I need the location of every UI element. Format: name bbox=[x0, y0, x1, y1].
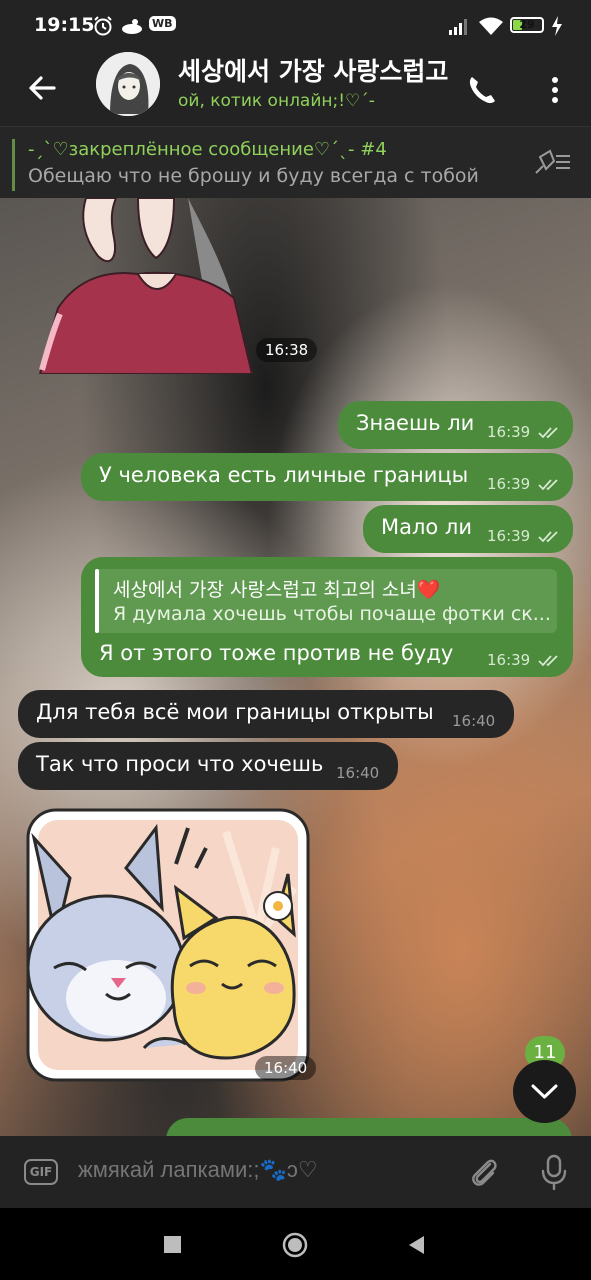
status-time: 19:15 bbox=[34, 14, 95, 36]
chat-header: 세상에서 가장 사랑스럽고 최고의 소녀 ой, котик онлайн;!♡… bbox=[0, 52, 591, 126]
message-time: 16:40 bbox=[255, 1056, 317, 1080]
cloud-icon bbox=[120, 13, 144, 39]
reply-author: 세상에서 가장 사랑스럽고 최고의 소녀❤️ bbox=[113, 579, 441, 601]
chevron-down-icon bbox=[531, 1084, 558, 1099]
charging-icon bbox=[550, 13, 564, 39]
sticker-message[interactable]: 16:38 bbox=[38, 198, 318, 375]
pinned-message-bar[interactable]: -ˏˋ♡закреплённое сообщение♡ˊˎ- #4 Обещаю… bbox=[0, 126, 591, 199]
message-time: 16:39 bbox=[487, 651, 531, 669]
gif-button[interactable]: GIF bbox=[24, 1159, 58, 1185]
scroll-down-button[interactable] bbox=[513, 1060, 576, 1123]
attach-icon[interactable] bbox=[466, 1154, 502, 1190]
double-check-icon bbox=[538, 655, 558, 667]
message-text: Для тебя всё мои границы открыты bbox=[36, 700, 434, 724]
wb-badge: WB bbox=[149, 16, 176, 31]
message-text: Знаешь ли bbox=[356, 411, 475, 435]
back-arrow-icon[interactable] bbox=[24, 68, 64, 108]
message-time: 16:39 bbox=[487, 423, 531, 441]
signal-icon bbox=[448, 13, 472, 39]
double-check-icon bbox=[538, 531, 558, 543]
home-button[interactable] bbox=[282, 1232, 308, 1258]
alarm-icon bbox=[92, 13, 114, 39]
more-vertical-icon[interactable] bbox=[540, 70, 570, 110]
back-button[interactable] bbox=[406, 1234, 426, 1256]
battery-indicator: 29 bbox=[510, 17, 544, 33]
pinned-text: Обещаю что не брошу и буду всегда с тобо… bbox=[28, 165, 479, 187]
status-bar: 19:15 WB 29 bbox=[0, 0, 591, 52]
phone-icon[interactable] bbox=[462, 70, 502, 110]
message-time: 16:39 bbox=[487, 475, 531, 493]
avatar[interactable] bbox=[96, 52, 160, 116]
chat-title[interactable]: 세상에서 가장 사랑스럽고 최고의 소녀 bbox=[178, 52, 453, 88]
pinned-indicator bbox=[12, 139, 15, 191]
message-time: 16:39 bbox=[487, 527, 531, 545]
message-text: У человека есть личные границы bbox=[99, 463, 469, 487]
recent-apps-button[interactable] bbox=[164, 1236, 181, 1253]
incoming-message[interactable]: Так что проси что хочешь 16:40 bbox=[18, 742, 398, 790]
chat-area[interactable]: 16:38 Знаешь ли 16:39 У человека есть ли… bbox=[0, 198, 591, 1136]
message-text: Мало ли bbox=[381, 515, 473, 539]
message-text: Я от этого тоже против не буду bbox=[99, 641, 454, 665]
outgoing-reply-message[interactable]: 세상에서 가장 사랑스럽고 최고의 소녀❤️ Я думала хочешь ч… bbox=[81, 557, 573, 677]
message-time: 16:38 bbox=[256, 338, 318, 362]
double-check-icon bbox=[538, 479, 558, 491]
message-text: Так что проси что хочешь bbox=[36, 752, 324, 776]
chat-subtitle: ой, котик онлайн;!♡´- bbox=[178, 91, 375, 111]
outgoing-message[interactable]: Знаешь ли 16:39 bbox=[338, 401, 573, 449]
wifi-icon bbox=[478, 13, 504, 39]
reply-quote[interactable]: 세상에서 가장 사랑스럽고 최고의 소녀❤️ Я думала хочешь ч… bbox=[95, 569, 557, 633]
sticker-message[interactable]: 16:40 bbox=[26, 808, 317, 1082]
message-input-bar: GIF bbox=[0, 1136, 591, 1208]
microphone-icon[interactable] bbox=[538, 1152, 570, 1192]
incoming-message[interactable]: Для тебя всё мои границы открыты 16:40 bbox=[18, 690, 514, 738]
system-navigation-bar bbox=[0, 1208, 591, 1280]
message-time: 16:40 bbox=[336, 764, 380, 782]
message-input[interactable] bbox=[76, 1156, 450, 1184]
double-check-icon bbox=[538, 427, 558, 439]
outgoing-message[interactable] bbox=[166, 1118, 572, 1136]
message-time: 16:40 bbox=[452, 712, 496, 730]
reply-preview: Я думала хочешь чтобы почаще фотки ск... bbox=[113, 603, 551, 625]
outgoing-message[interactable]: У человека есть личные границы 16:39 bbox=[81, 453, 573, 501]
outgoing-message[interactable]: Мало ли 16:39 bbox=[363, 505, 573, 553]
pinned-list-icon[interactable] bbox=[532, 147, 572, 177]
pinned-title: -ˏˋ♡закреплённое сообщение♡ˊˎ- #4 bbox=[28, 139, 387, 160]
